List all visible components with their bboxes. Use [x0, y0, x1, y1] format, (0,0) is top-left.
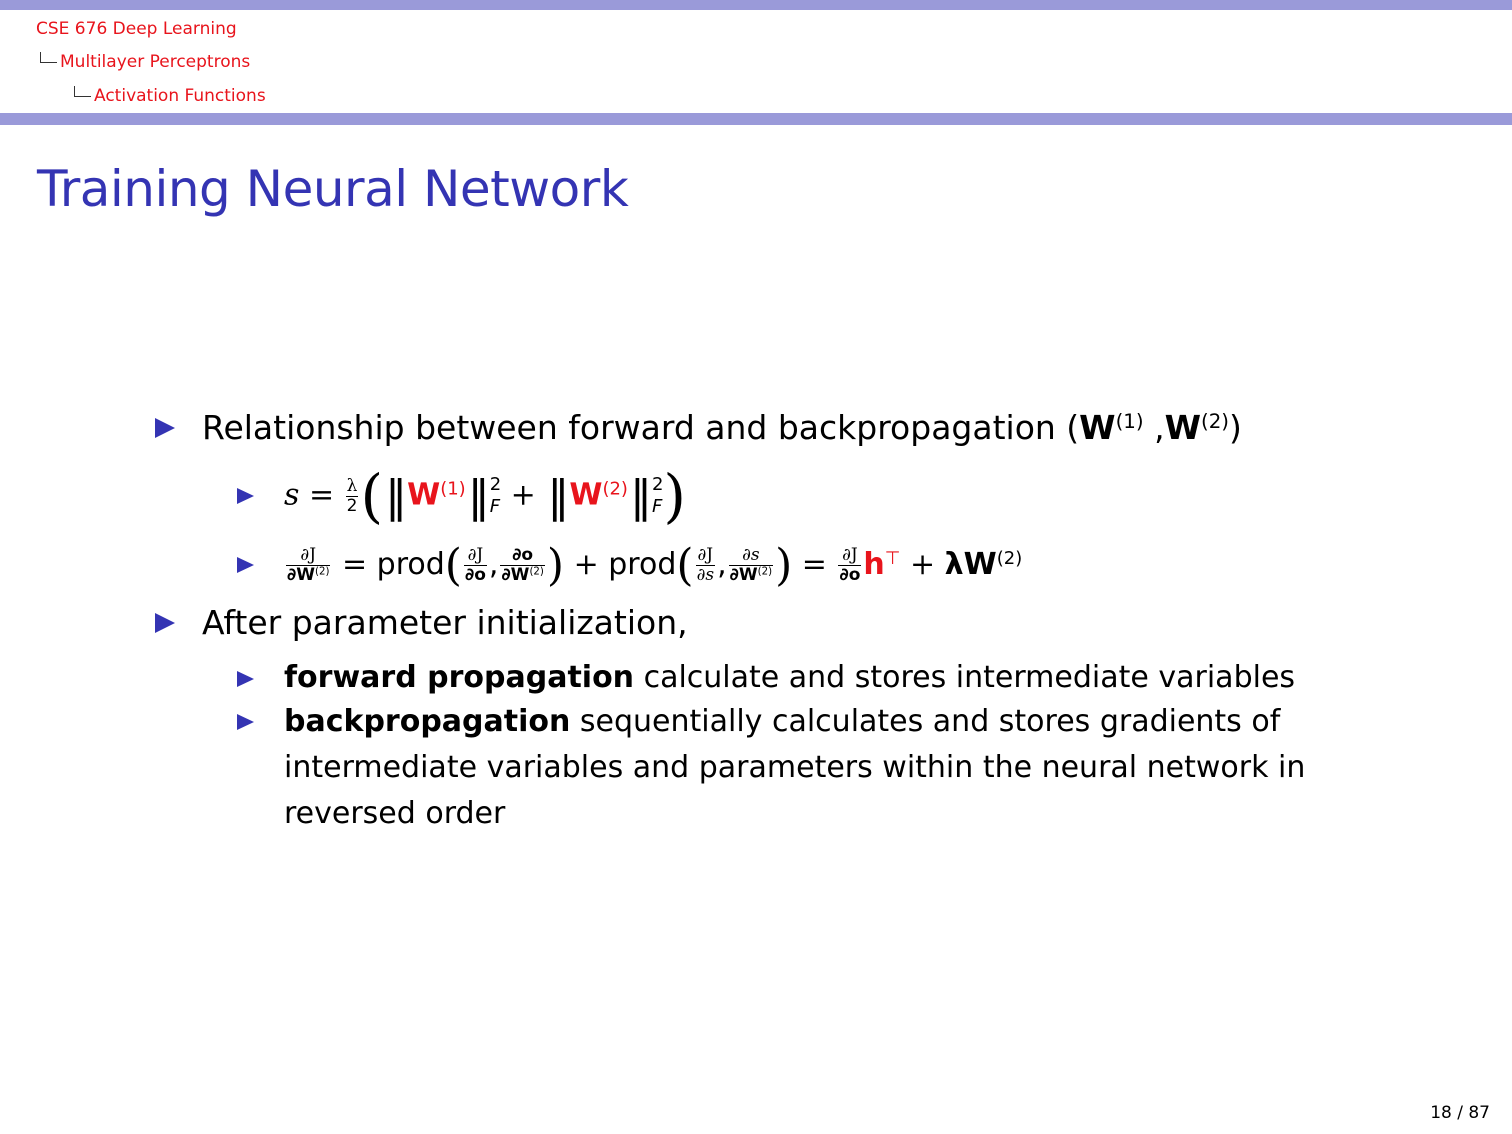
- equation-gradient: ∂J ∂W(2) = prod(∂J ∂o, ∂o ∂W(2)) + prod(∂J ∂s…: [286, 540, 1023, 591]
- tree-corner-icon: [40, 52, 57, 63]
- sub-bullet-backprop-line3: reversed order: [284, 796, 506, 831]
- breadcrumb-section[interactable]: Multilayer Perceptrons: [40, 52, 250, 72]
- sub-bullet-backprop-line2: intermediate variables and parameters wi…: [284, 750, 1306, 785]
- bullet-triangle-icon: [237, 557, 254, 573]
- sub-bullet-forward: forward propagation calculate and stores…: [284, 660, 1296, 695]
- breadcrumb-course[interactable]: CSE 676 Deep Learning: [36, 19, 237, 39]
- header-top-bar: [0, 0, 1512, 10]
- bullet-triangle-icon: [155, 613, 175, 633]
- header-bottom-bar: [0, 113, 1512, 125]
- bullet-triangle-icon: [237, 671, 254, 687]
- sub-bullet-backprop-line1: backpropagation sequentially calculates …: [284, 704, 1281, 739]
- bullet-forward-backprop: Relationship between forward and backpro…: [202, 408, 1242, 447]
- bullet-triangle-icon: [155, 418, 175, 438]
- tree-corner-icon: [74, 86, 91, 97]
- bullet-triangle-icon: [237, 488, 254, 504]
- page-number: 18 / 87: [1430, 1103, 1490, 1123]
- bullet-triangle-icon: [237, 714, 254, 730]
- bullet-after-init: After parameter initialization,: [202, 603, 688, 642]
- equation-regularization: s = λ 2 (‖ W(1)‖ 2 F + ‖ W(2)‖ 2 F): [284, 462, 687, 530]
- slide-title: Training Neural Network: [37, 160, 629, 218]
- breadcrumb-subsection[interactable]: Activation Functions: [74, 86, 266, 106]
